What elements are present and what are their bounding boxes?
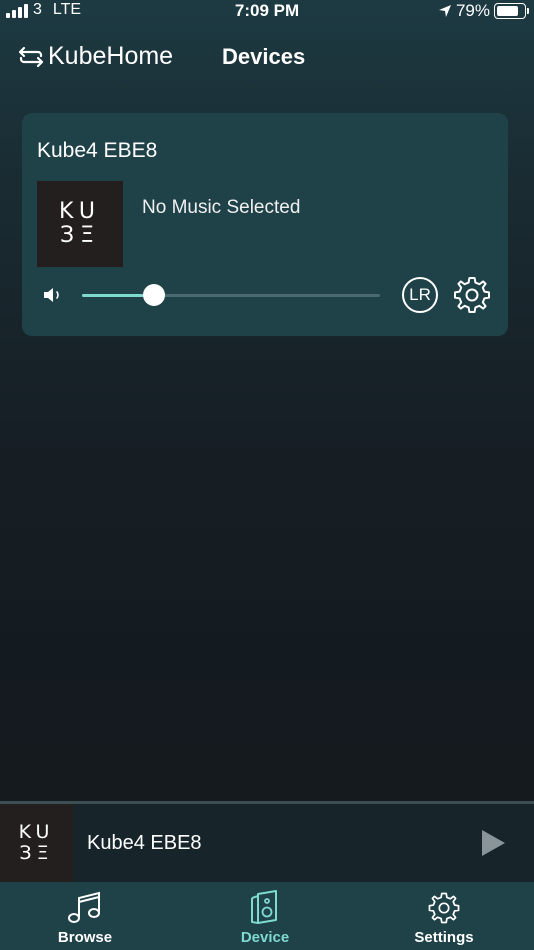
status-right: 79% [438,1,529,21]
mini-logo-line-1: KU [18,821,55,843]
mini-player[interactable]: KU ЗΞ Kube4 EBE8 [0,801,534,882]
tab-device[interactable]: Device [195,882,335,950]
device-name: Kube4 EBE8 [37,139,158,162]
gear-icon [428,892,460,924]
lr-stereo-button[interactable]: LR [402,277,438,313]
battery-percent: 79% [455,1,490,20]
music-note-icon [68,891,100,923]
volume-slider-thumb[interactable] [142,284,165,306]
device-card[interactable]: Kube4 EBE8 KU ЗΞ No Music Selected LR [22,113,508,336]
swap-arrows-icon [18,46,44,67]
mini-player-logo: KU ЗΞ [0,804,73,882]
tab-settings-label: Settings [414,929,474,946]
tab-device-label: Device [240,929,290,946]
gear-icon[interactable] [452,275,492,315]
now-playing-text: No Music Selected [142,197,301,218]
device-logo: KU ЗΞ [37,181,123,267]
speaker-icon [251,890,277,924]
tab-browse-label: Browse [57,929,113,946]
battery-fill [497,6,518,16]
switch-home-button[interactable]: KubeHome [18,42,173,71]
volume-icon[interactable] [42,285,66,305]
mini-player-device-name: Kube4 EBE8 [87,832,202,854]
app-title: KubeHome [48,42,174,70]
mini-logo-line-2: ЗΞ [19,842,54,864]
tab-settings[interactable]: Settings [374,882,514,950]
volume-slider[interactable] [82,284,380,306]
logo-line-1: KU [59,199,101,224]
logo-line-2: ЗΞ [59,223,100,248]
battery-icon [494,3,529,19]
tab-bar: Browse Device Settings [0,882,534,950]
status-bar: 3 LTE 7:09 PM 79% [0,0,534,22]
location-arrow-icon [438,5,451,17]
play-icon[interactable] [478,828,508,858]
lr-label: LR [409,285,431,304]
page-title: Devices [222,44,306,69]
header: KubeHome Devices [0,38,534,74]
tab-browse[interactable]: Browse [15,882,155,950]
